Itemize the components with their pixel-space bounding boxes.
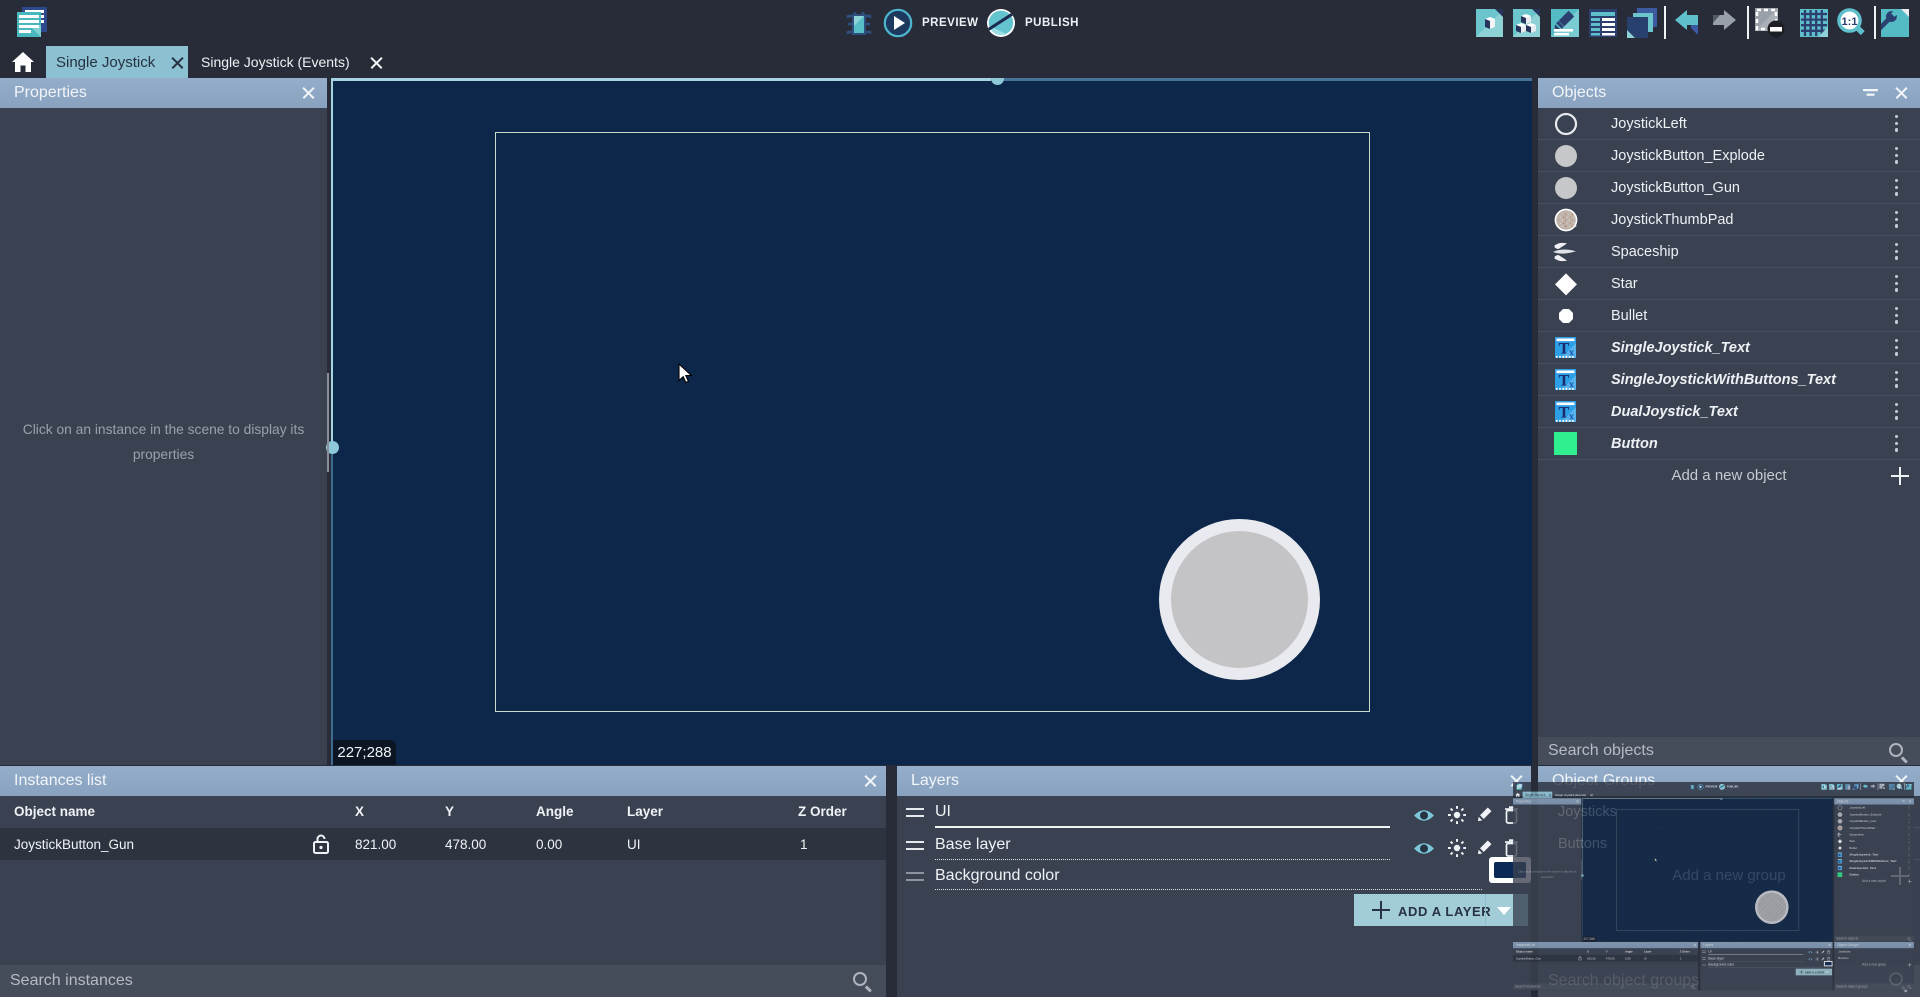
svg-text:x: x (1569, 348, 1574, 359)
svg-text:x: x (1569, 412, 1574, 423)
svg-text:T: T (1559, 373, 1570, 390)
svg-text:T: T (1559, 341, 1570, 358)
svg-text:1:1: 1:1 (1842, 16, 1858, 28)
svg-text:T: T (1559, 405, 1570, 422)
svg-text:x: x (1569, 380, 1574, 391)
